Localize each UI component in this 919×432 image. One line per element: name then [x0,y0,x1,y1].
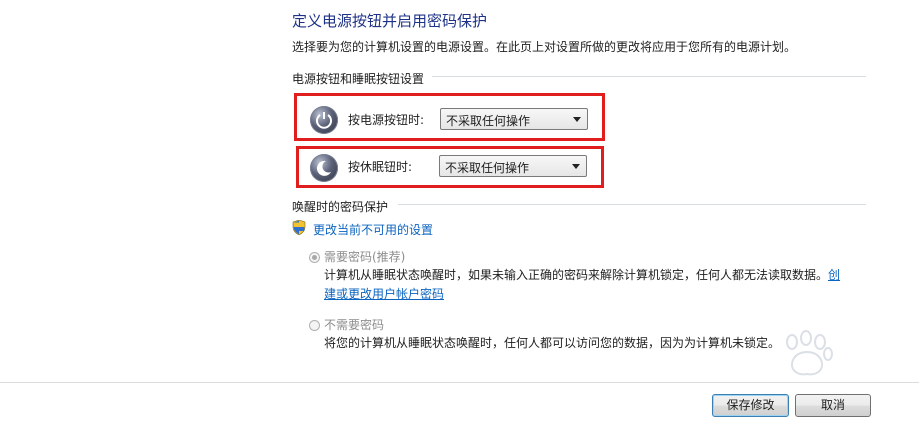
power-section-divider [432,76,866,77]
require-password-label: 需要密码(推荐) [324,250,406,264]
chevron-down-icon [572,164,580,169]
shield-icon [292,219,306,236]
wake-section-divider [398,204,866,205]
power-button-label: 按电源按钮时: [348,113,425,127]
save-changes-button[interactable]: 保存修改 [712,394,789,417]
page-description: 选择要为您的计算机设置的电源设置。在此页上对设置所做的更改将应用于您所有的电源计… [292,40,797,54]
watermark-logo [786,330,833,376]
chevron-down-icon [573,117,581,122]
create-password-link[interactable]: 建或更改用户帐户密码 [324,285,444,302]
sleep-button-select[interactable]: 不采取任何操作 [439,155,587,177]
no-password-radio[interactable] [309,320,320,331]
change-settings-link[interactable]: 更改当前不可用的设置 [313,221,433,238]
power-button-select[interactable]: 不采取任何操作 [440,108,588,130]
sleep-button-highlight: 按休眠钮时: 不采取任何操作 [296,146,604,188]
power-icon [310,106,338,134]
sleep-button-label: 按休眠钮时: [348,160,413,174]
wake-section-heading: 唤醒时的密码保护 [292,200,389,214]
no-password-label: 不需要密码 [324,318,385,332]
power-button-select-value: 不采取任何操作 [446,114,531,128]
sleep-icon [310,154,338,182]
require-password-description: 计算机从睡眠状态唤醒时，如果未输入正确的密码来解除计算机锁定，任何人都无法读取数… [324,266,840,283]
power-button-highlight: 按电源按钮时: 不采取任何操作 [294,93,605,141]
require-password-radio[interactable] [309,252,320,263]
power-section-heading: 电源按钮和睡眠按钮设置 [292,72,425,86]
sleep-button-select-value: 不采取任何操作 [445,161,530,175]
page-title: 定义电源按钮并启用密码保护 [292,12,488,30]
cancel-button[interactable]: 取消 [795,394,871,417]
require-password-desc-text: 计算机从睡眠状态唤醒时，如果未输入正确的密码来解除计算机锁定，任何人都无法读取数… [324,268,829,282]
create-password-link-start[interactable]: 创 [828,268,840,282]
